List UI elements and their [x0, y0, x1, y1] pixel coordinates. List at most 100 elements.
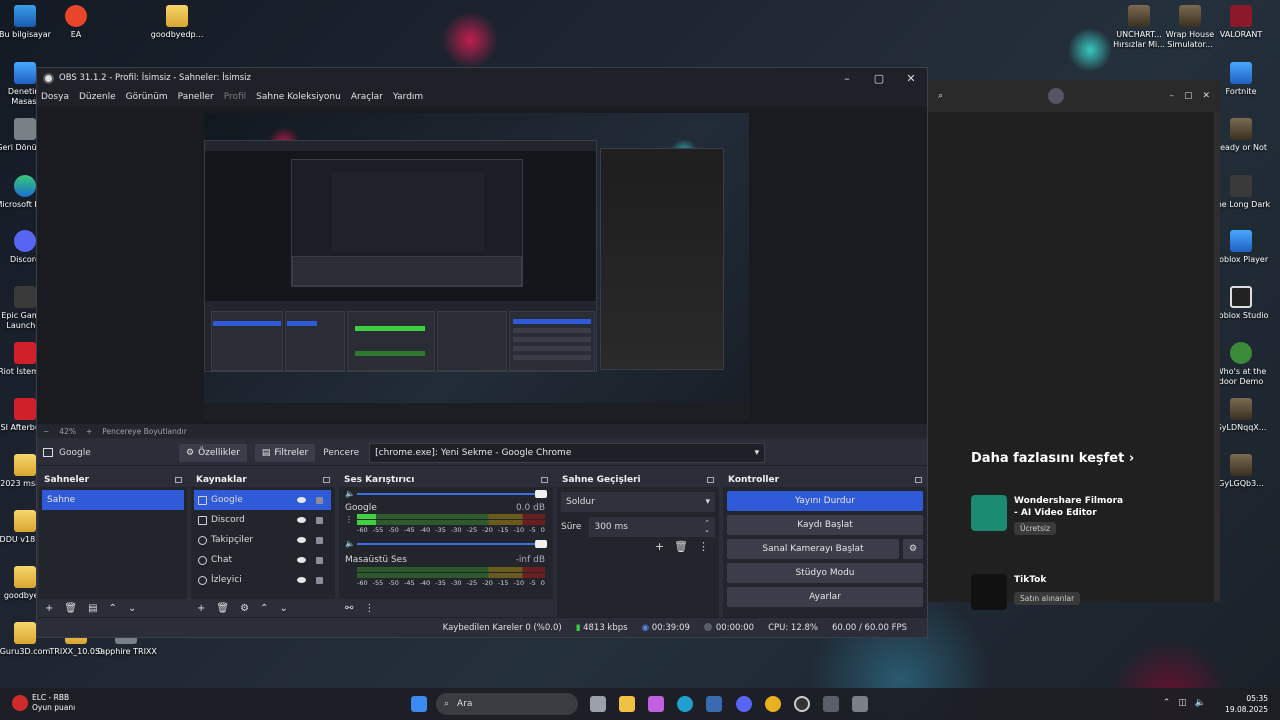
- start-recording-button[interactable]: Kaydı Başlat: [727, 515, 923, 535]
- store-icon[interactable]: [823, 696, 839, 712]
- program-preview[interactable]: [204, 113, 749, 420]
- move-down-button[interactable]: ⌄: [128, 603, 136, 614]
- preview-area[interactable]: [37, 106, 927, 424]
- undock-icon[interactable]: [541, 476, 548, 483]
- maximize-button[interactable]: ▢: [863, 72, 895, 85]
- move-up-button[interactable]: ⌃: [109, 603, 117, 614]
- undock-icon[interactable]: [915, 476, 922, 483]
- lock-icon[interactable]: [316, 496, 323, 504]
- kebab-menu-icon[interactable]: ⋮: [345, 515, 353, 524]
- eye-icon[interactable]: [297, 577, 306, 583]
- undock-icon[interactable]: [175, 476, 182, 483]
- search-icon[interactable]: ⌕: [938, 91, 943, 101]
- widgets-button[interactable]: ELC - RBB Oyun puanı: [10, 693, 75, 713]
- stop-streaming-button[interactable]: Yayını Durdur: [727, 491, 923, 511]
- duration-spinbox[interactable]: 300 ms ⌃ ⌄: [589, 517, 715, 537]
- search-box[interactable]: ⌕ Ara: [436, 693, 578, 715]
- filters-button[interactable]: ▤ Filtreler: [254, 443, 316, 462]
- title-bar[interactable]: OBS 31.1.2 - Profil: İsimsiz - Sahneler:…: [37, 68, 927, 88]
- slider-handle[interactable]: [535, 540, 547, 548]
- kebab-menu-icon[interactable]: ⋮: [364, 603, 374, 614]
- desktop-icon[interactable]: EA: [44, 5, 108, 40]
- source-item[interactable]: Takipçiler: [194, 530, 331, 550]
- menu-tools[interactable]: Araçlar: [351, 92, 383, 102]
- steam-icon[interactable]: [706, 696, 722, 712]
- volume-slider[interactable]: [357, 540, 547, 548]
- add-source-button[interactable]: +: [197, 603, 205, 614]
- eye-icon[interactable]: [297, 497, 306, 503]
- lock-icon[interactable]: [316, 516, 323, 524]
- chevron-up-icon[interactable]: ⌃: [1163, 698, 1179, 708]
- volume-icon[interactable]: 🔈: [1195, 698, 1214, 708]
- scrollbar[interactable]: [1214, 112, 1220, 602]
- lock-icon[interactable]: [316, 556, 323, 564]
- slider-handle[interactable]: [535, 490, 547, 498]
- avatar[interactable]: [1048, 88, 1065, 104]
- window-select[interactable]: [chrome.exe]: Yeni Sekme - Google Chrome…: [369, 442, 766, 463]
- volume-icon[interactable]: 🔈: [345, 539, 355, 548]
- minimize-button[interactable]: –: [831, 72, 863, 85]
- network-icon[interactable]: ◫: [1178, 698, 1195, 708]
- menu-edit[interactable]: Düzenle: [79, 92, 116, 102]
- properties-button[interactable]: ⚙ Özellikler: [179, 443, 247, 462]
- maximize-icon[interactable]: ▢: [1184, 91, 1193, 101]
- source-item[interactable]: Chat: [194, 550, 331, 570]
- gear-icon[interactable]: ⚙: [240, 603, 249, 614]
- file-explorer-icon[interactable]: [619, 696, 635, 712]
- eye-icon[interactable]: [297, 517, 306, 523]
- section-heading[interactable]: Daha fazlasını keşfet ›: [971, 451, 1134, 466]
- discord-icon[interactable]: [736, 696, 752, 712]
- lock-icon[interactable]: [316, 536, 323, 544]
- minimize-icon[interactable]: –: [1169, 91, 1174, 101]
- menu-scene-collection[interactable]: Sahne Koleksiyonu: [256, 92, 341, 102]
- obs-icon[interactable]: [794, 696, 810, 712]
- undock-icon[interactable]: [323, 476, 330, 483]
- menu-view[interactable]: Görünüm: [126, 92, 168, 102]
- menu-docks[interactable]: Paneller: [178, 92, 214, 102]
- undock-icon[interactable]: [707, 476, 714, 483]
- kebab-menu-icon[interactable]: ⋮: [698, 540, 709, 553]
- menu-profile[interactable]: Profil: [224, 92, 246, 102]
- remove-transition-button[interactable]: 🗑: [674, 540, 688, 553]
- source-item[interactable]: İzleyici: [194, 570, 331, 590]
- chrome-icon[interactable]: [765, 696, 781, 712]
- edge-icon[interactable]: [677, 696, 693, 712]
- desktop-icon[interactable]: goodbyedp...: [145, 5, 209, 40]
- volume-icon[interactable]: 🔈: [345, 489, 355, 498]
- scene-item[interactable]: Sahne: [42, 490, 184, 510]
- scene-filters-button[interactable]: ▤: [88, 603, 97, 614]
- settings-icon[interactable]: [852, 696, 868, 712]
- menu-file[interactable]: Dosya: [41, 92, 69, 102]
- studio-mode-button[interactable]: Stüdyo Modu: [727, 563, 923, 583]
- fit-to-window-button[interactable]: Pencereye Boyutlandır: [102, 427, 187, 436]
- settings-button[interactable]: Ayarlar: [727, 587, 923, 607]
- add-scene-button[interactable]: +: [45, 603, 53, 614]
- start-icon[interactable]: [411, 696, 427, 712]
- move-up-button[interactable]: ⌃: [260, 603, 268, 614]
- transition-select[interactable]: Soldur ▾: [561, 492, 715, 512]
- desktop-icon[interactable]: VALORANT: [1209, 5, 1273, 40]
- link-icon[interactable]: ⚯: [345, 603, 353, 614]
- zoom-out-button[interactable]: −: [43, 427, 49, 436]
- system-tray[interactable]: ⌃◫🔈: [1163, 698, 1214, 708]
- source-item[interactable]: Discord: [194, 510, 331, 530]
- remove-source-button[interactable]: 🗑: [216, 603, 229, 614]
- start-virtual-camera-button[interactable]: Sanal Kamerayı Başlat: [727, 539, 899, 559]
- eye-icon[interactable]: [297, 557, 306, 563]
- close-icon[interactable]: ✕: [1202, 91, 1210, 101]
- close-button[interactable]: ✕: [895, 72, 927, 85]
- add-transition-button[interactable]: +: [655, 540, 664, 553]
- lock-icon[interactable]: [316, 576, 323, 584]
- remove-scene-button[interactable]: 🗑: [64, 603, 77, 614]
- stepper-icon[interactable]: ⌃ ⌄: [704, 520, 710, 534]
- eye-icon[interactable]: [297, 537, 306, 543]
- gear-icon[interactable]: ⚙: [903, 539, 923, 559]
- task-view-icon[interactable]: [590, 696, 606, 712]
- zoom-in-button[interactable]: +: [86, 427, 92, 436]
- copilot-icon[interactable]: [648, 696, 664, 712]
- source-item[interactable]: Google: [194, 490, 331, 510]
- clock[interactable]: 05:35 19.08.2025: [1225, 693, 1268, 715]
- menu-help[interactable]: Yardım: [393, 92, 423, 102]
- volume-slider[interactable]: [357, 490, 547, 498]
- move-down-button[interactable]: ⌄: [279, 603, 287, 614]
